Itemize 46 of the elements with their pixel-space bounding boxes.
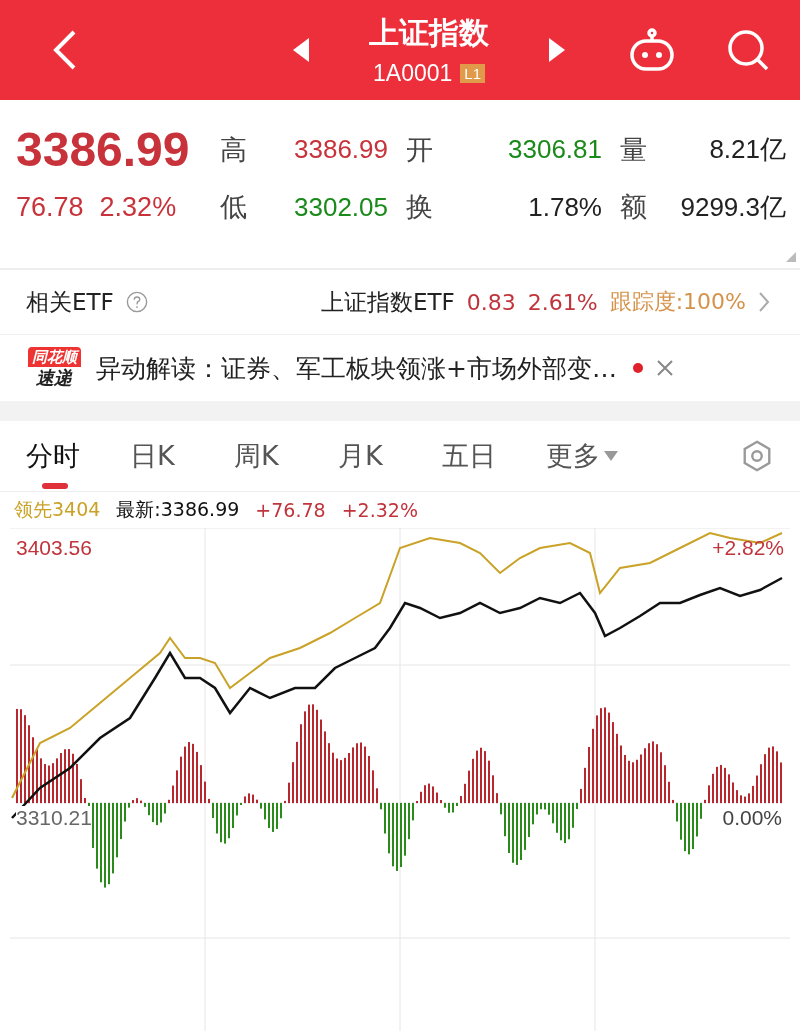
price-change: 76.78 — [16, 191, 84, 223]
axis-label: 3403.56 — [16, 536, 92, 560]
news-row[interactable]: 同花顺 速递 异动解读：证券、军工板块领涨+市场外部变… — [0, 335, 800, 401]
current-price: 3386.99 — [16, 122, 191, 177]
close-icon[interactable] — [654, 358, 675, 378]
stat-value: 1.78% — [527, 191, 603, 223]
percent-change: 2.32% — [99, 191, 177, 223]
chart-tab[interactable]: 日K — [130, 421, 234, 491]
chart-tab[interactable]: 五日 — [442, 421, 546, 491]
etf-name: 上证指数ETF — [321, 287, 455, 317]
level-badge: L1 — [460, 64, 485, 83]
robot-icon[interactable] — [628, 28, 676, 72]
page-title: 上证指数 — [369, 14, 489, 52]
search-icon[interactable] — [726, 28, 770, 72]
help-icon[interactable] — [125, 291, 148, 313]
leading-index: 领先3404 — [14, 497, 101, 522]
etf-percent-change: 2.61% — [527, 289, 598, 315]
news-headline: 异动解读：证券、军工板块领涨+市场外部变… — [96, 352, 617, 385]
chevron-right-icon[interactable] — [758, 291, 770, 313]
stat-label: 额 — [619, 190, 648, 224]
stat-label: 高 — [219, 132, 248, 167]
stat-value: 9299.3亿 — [679, 190, 787, 224]
stat-label: 开 — [405, 132, 434, 167]
news-logo: 同花顺 速递 — [24, 347, 84, 389]
axis-label: +2.82% — [712, 536, 784, 560]
chart-percent-change: +2.32% — [341, 499, 418, 521]
tracking-degree: 跟踪度:100% — [609, 288, 746, 316]
stat-label: 低 — [219, 190, 248, 224]
stat-value: 8.21亿 — [708, 133, 787, 166]
chart-change: +76.78 — [255, 499, 326, 521]
chart-tab[interactable]: 更多 — [546, 421, 650, 491]
chart-tab[interactable]: 月K — [338, 421, 442, 491]
stat-value: 3306.81 — [507, 134, 603, 165]
stat-value: 3302.05 — [293, 191, 389, 223]
next-icon[interactable] — [549, 38, 565, 62]
latest-price: 最新:3386.99 — [116, 497, 240, 522]
previous-icon[interactable] — [293, 38, 309, 62]
chart-tab[interactable]: 周K — [234, 421, 338, 491]
etf-price: 0.83 — [466, 289, 516, 315]
stat-label: 换 — [405, 190, 434, 224]
stat-value: 3386.99 — [293, 134, 389, 165]
stock-code: 1A0001 — [373, 60, 453, 87]
etf-label: 相关ETF — [26, 287, 114, 317]
stat-label: 量 — [619, 132, 648, 167]
etf-row[interactable]: 相关ETF 上证指数ETF 0.83 2.61% 跟踪度:100% — [0, 270, 800, 335]
chart-tab[interactable]: 分时 — [26, 421, 130, 491]
